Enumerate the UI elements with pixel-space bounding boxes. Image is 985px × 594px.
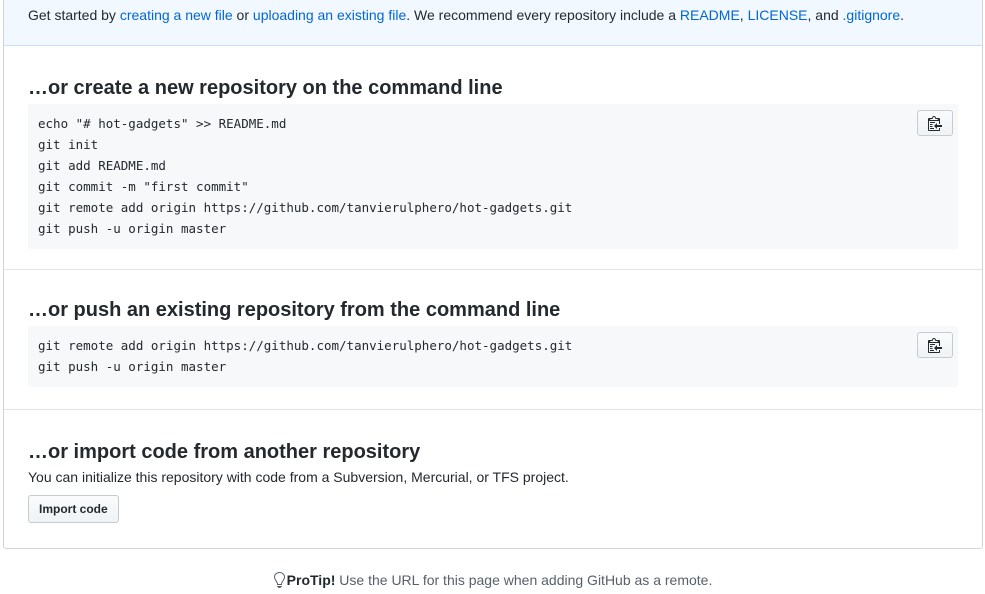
get-started-banner: Get started by creating a new file or up… [4,0,982,46]
create-new-file-link[interactable]: creating a new file [120,7,233,23]
create-repo-code[interactable]: echo "# hot-gadgets" >> README.md git in… [38,113,948,239]
protip-label: ProTip! [286,572,336,588]
protip-text: Use the URL for this page when adding Gi… [335,572,713,588]
and-text: , and [807,7,843,23]
import-code-section: …or import code from another repository … [4,410,982,523]
create-repo-section: …or create a new repository on the comma… [4,46,982,270]
clippy-icon [928,116,942,131]
push-repo-code[interactable]: git remote add origin https://github.com… [38,335,948,377]
or-text: or [232,7,253,23]
import-code-description: You can initialize this repository with … [28,469,569,485]
readme-link[interactable]: README [680,7,740,23]
copy-push-commands-button[interactable] [917,332,953,358]
quick-setup-box: Get started by creating a new file or up… [3,0,983,549]
push-repo-section: …or push an existing repository from the… [4,270,982,410]
import-code-button[interactable]: Import code [28,495,119,523]
period-text: . [900,7,905,23]
clippy-icon [928,338,942,353]
copy-create-commands-button[interactable] [917,110,953,136]
push-repo-code-block: git remote add origin https://github.com… [28,326,958,387]
import-code-title: …or import code from another repository [28,441,421,463]
create-repo-code-block: echo "# hot-gadgets" >> README.md git in… [28,104,958,249]
gitignore-link[interactable]: .gitignore [843,7,901,23]
protip-footer: ProTip! Use the URL for this page when a… [0,570,985,590]
get-started-text: Get started by [28,7,120,23]
push-repo-title: …or push an existing repository from the… [28,299,561,321]
create-repo-title: …or create a new repository on the comma… [28,77,503,99]
comma-text: , [739,7,748,23]
light-bulb-icon [273,572,285,588]
recommend-text: . We recommend every repository include … [406,7,680,23]
upload-file-link[interactable]: uploading an existing file [253,7,406,23]
license-link[interactable]: LICENSE [748,7,808,23]
